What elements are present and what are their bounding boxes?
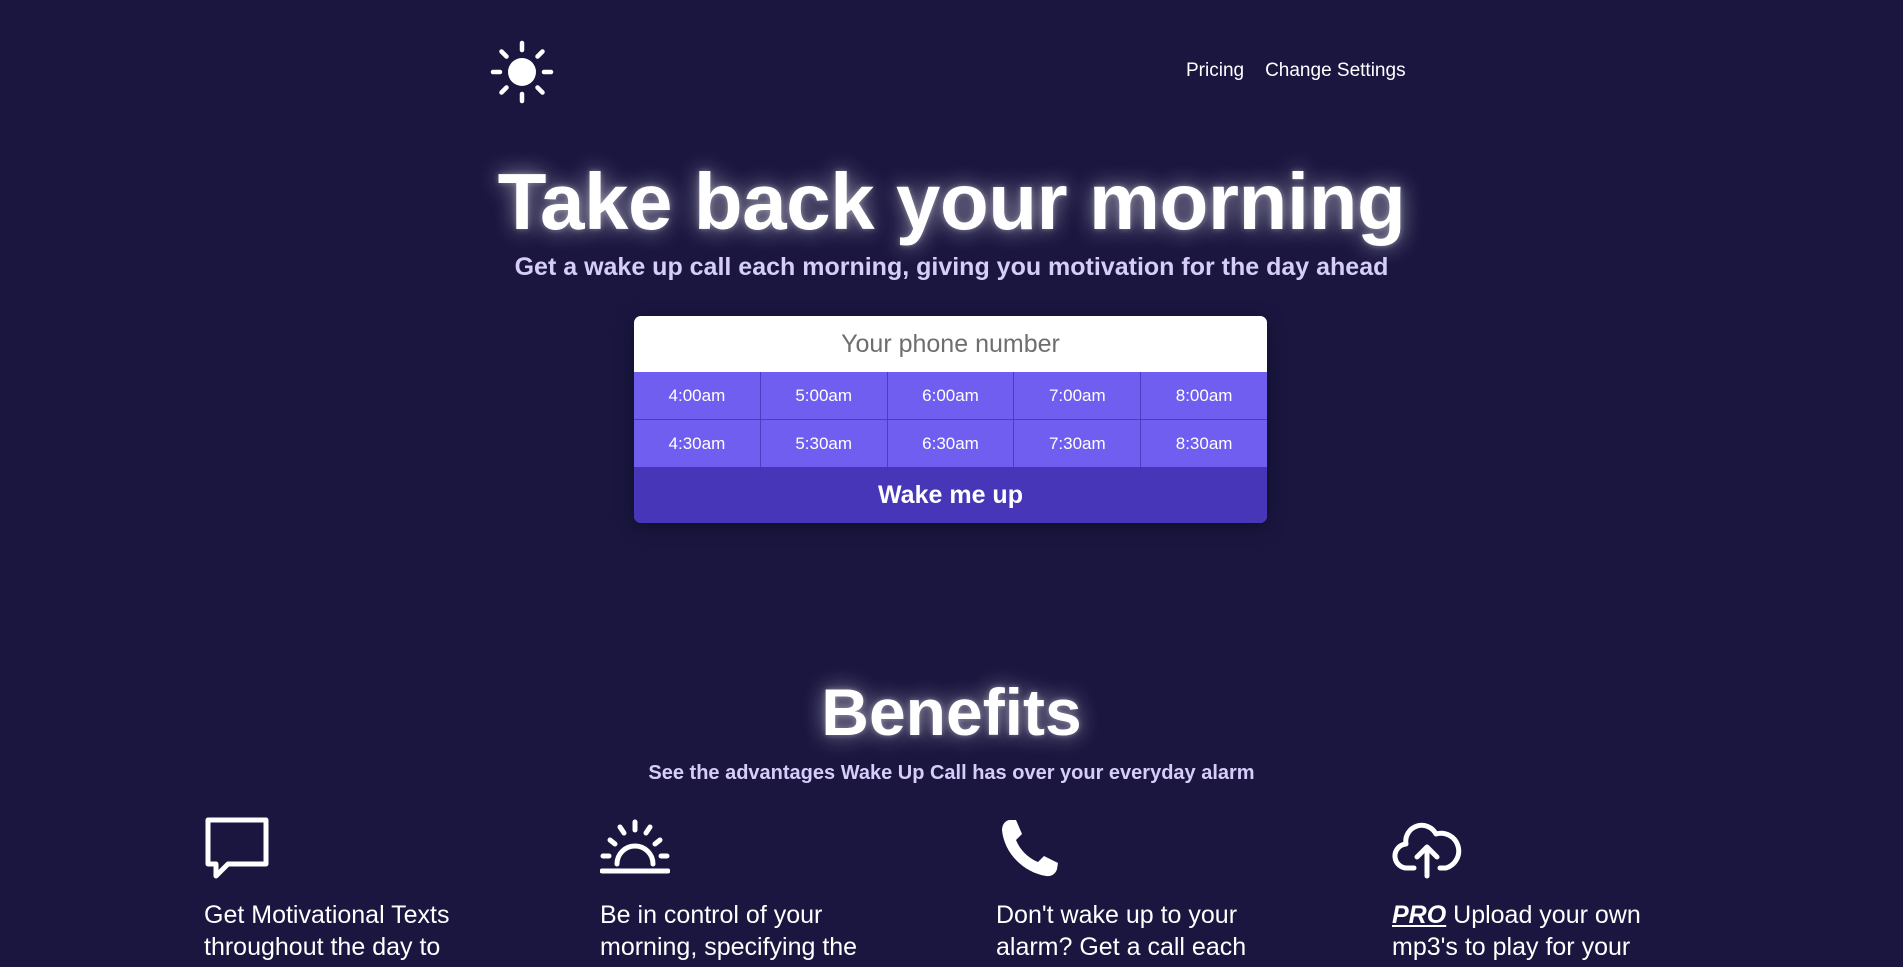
- hero-title: Take back your morning: [497, 157, 1406, 246]
- time-option-button[interactable]: 4:00am: [634, 372, 760, 419]
- benefit-item: Be in control of your morning, specifyin…: [600, 816, 900, 963]
- phone-number-input[interactable]: [634, 316, 1267, 372]
- time-option-button[interactable]: 5:00am: [760, 372, 887, 419]
- benefits-subtitle: See the advantages Wake Up Call has over…: [648, 762, 1255, 784]
- time-option-button[interactable]: 5:30am: [760, 420, 887, 467]
- benefit-item: PRO Upload your own mp3's to play for yo…: [1392, 816, 1692, 963]
- nav-change-settings-link[interactable]: Change Settings: [1265, 57, 1406, 85]
- time-option-button[interactable]: 6:00am: [887, 372, 1014, 419]
- benefit-text: PRO Upload your own mp3's to play for yo…: [1392, 899, 1692, 963]
- benefit-text: Be in control of your morning, specifyin…: [600, 901, 858, 961]
- sun-icon[interactable]: [490, 40, 554, 104]
- page: Pricing Change Settings Take back your m…: [0, 0, 1903, 967]
- wake-me-up-button[interactable]: Wake me up: [634, 467, 1267, 523]
- chat-bubble-icon: [205, 817, 269, 879]
- time-option-button[interactable]: 4:30am: [634, 420, 760, 467]
- top-nav: Pricing Change Settings: [1186, 57, 1406, 85]
- cloud-upload-icon: [1392, 822, 1462, 879]
- sunrise-icon: [600, 819, 670, 874]
- time-option-button[interactable]: 7:00am: [1014, 372, 1141, 419]
- time-option-button[interactable]: 6:30am: [887, 420, 1014, 467]
- time-options-grid: 4:00am 5:00am 6:00am 7:00am 8:00am 4:30a…: [634, 372, 1267, 467]
- benefit-item: Get Motivational Texts throughout the da…: [204, 816, 504, 963]
- time-option-button[interactable]: 8:30am: [1141, 420, 1267, 467]
- wake-up-form: 4:00am 5:00am 6:00am 7:00am 8:00am 4:30a…: [634, 316, 1267, 523]
- hero-subtitle: Get a wake up call each morning, giving …: [514, 253, 1389, 281]
- benefit-text: Don't wake up to your alarm? Get a call …: [996, 901, 1247, 961]
- nav-pricing-link[interactable]: Pricing: [1186, 57, 1244, 85]
- benefit-item: Don't wake up to your alarm? Get a call …: [996, 816, 1296, 963]
- benefits-title: Benefits: [821, 675, 1082, 749]
- time-option-button[interactable]: 8:00am: [1141, 372, 1267, 419]
- pro-badge: PRO: [1392, 901, 1447, 929]
- time-option-button[interactable]: 7:30am: [1014, 420, 1141, 467]
- phone-icon: [1002, 820, 1058, 877]
- benefit-text: Get Motivational Texts throughout the da…: [204, 901, 450, 961]
